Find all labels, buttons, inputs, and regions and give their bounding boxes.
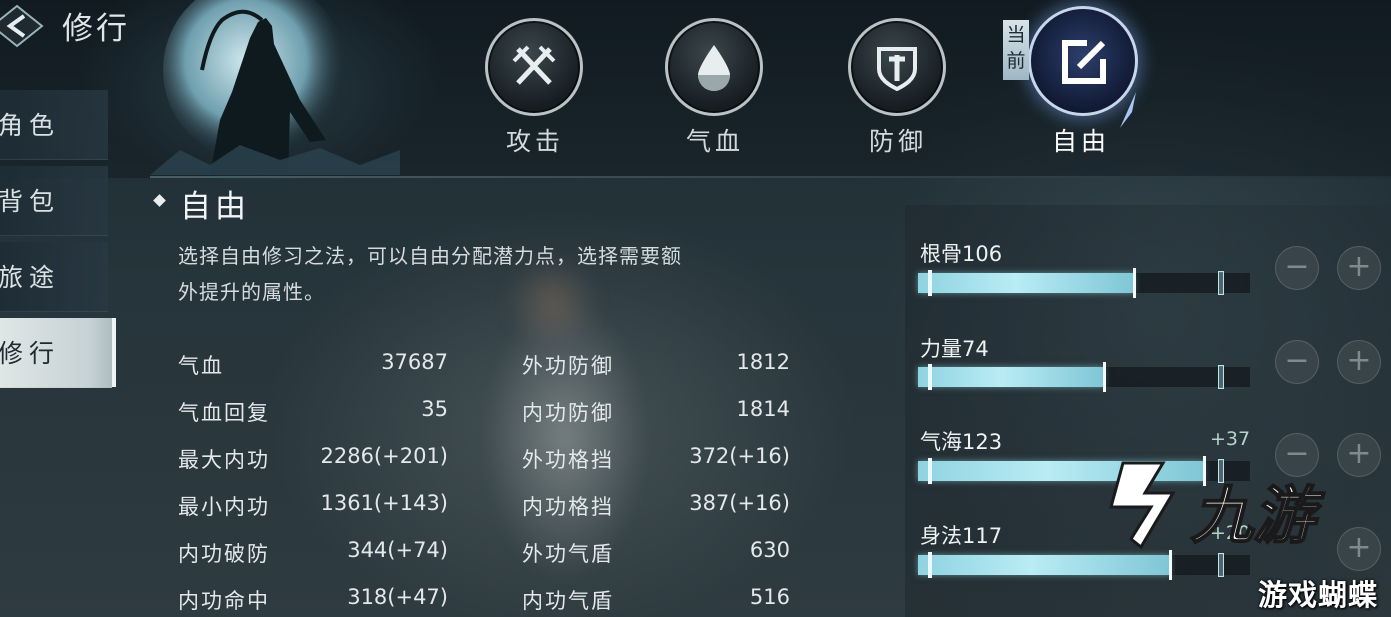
tab-defense[interactable]: 防御 [843, 18, 953, 168]
stat-name: 内功格挡 [522, 495, 614, 519]
attribute-bonus: +37 [1210, 428, 1251, 450]
stat-name: 外功格挡 [522, 448, 614, 472]
attribute-label: 气海123 [920, 430, 1003, 454]
tab-defense-circle [848, 18, 946, 116]
plus-button[interactable]: + [1337, 340, 1381, 384]
section-description: 选择自由修习之法，可以自由分配潜力点，选择需要额 外提升的属性。 [178, 238, 798, 310]
stat-row: 最小内功 1361(+143) 内功格挡 387(+16) [178, 491, 798, 525]
side-nav-item-role[interactable]: 角色 [0, 90, 108, 160]
tab-vitality[interactable]: 气血 [660, 18, 770, 168]
stat-value: 1814 [736, 397, 790, 421]
stat-name: 内功防御 [522, 401, 614, 425]
stat-name: 最小内功 [178, 495, 270, 519]
page-title: 修行 [62, 11, 130, 47]
stat-value: 37687 [381, 350, 448, 374]
stat-value: 372(+16) [689, 444, 790, 468]
attribute-label: 力量74 [920, 337, 989, 361]
minus-button[interactable]: − [1275, 246, 1319, 290]
side-nav-label: 角色 [0, 111, 61, 140]
section-title: 自由 [180, 189, 250, 225]
crossed-swords-icon [512, 45, 556, 85]
tab-label: 气血 [685, 127, 744, 156]
side-nav-item-cultivation[interactable]: 修行 [0, 318, 116, 388]
stat-name: 内功气盾 [522, 589, 614, 613]
tab-attack-circle [485, 18, 583, 116]
stat-name: 外功气盾 [522, 542, 614, 566]
shield-icon [877, 47, 917, 91]
stat-name: 最大内功 [178, 448, 270, 472]
attribute-bar-start [928, 270, 932, 296]
stat-value: 2286(+201) [320, 444, 448, 468]
blood-drop-icon [698, 45, 730, 91]
stat-name: 气血回复 [178, 401, 270, 425]
minus-button[interactable]: − [1275, 340, 1319, 384]
attribute-bar-cap [1218, 271, 1224, 295]
attribute-bar-cap [1218, 365, 1224, 389]
divider [150, 176, 1391, 178]
game-screen: 修行 角色 背包 旅途 修行 攻击 气血 防御 自由 当前 自由 选择自由修习之… [0, 0, 1391, 617]
side-nav-label: 背包 [0, 187, 61, 216]
side-nav-item-journey[interactable]: 旅途 [0, 242, 108, 312]
tab-label: 防御 [868, 127, 927, 156]
stat-value: 318(+47) [347, 585, 448, 609]
description-line: 外提升的属性。 [178, 280, 325, 304]
stat-value: 1812 [736, 350, 790, 374]
attribute-bar-fill [918, 268, 1136, 298]
back-arrow-diamond-icon[interactable] [0, 4, 44, 48]
attribute-bar-start [928, 364, 932, 390]
stat-name: 内功命中 [178, 589, 270, 613]
side-nav-item-bag[interactable]: 背包 [0, 166, 108, 236]
stat-name: 外功防御 [522, 354, 614, 378]
attribute-bar-start [928, 552, 932, 578]
watermark-subtitle: 游戏蝴蝶 [1258, 578, 1379, 612]
watermark-brand: 九游 [1191, 479, 1325, 552]
attribute-label: 身法117 [920, 524, 1003, 548]
stat-value: 516 [749, 585, 790, 609]
stat-value: 1361(+143) [320, 491, 448, 515]
attribute-bar-start [928, 458, 932, 484]
stat-row: 内功命中 318(+47) 内功气盾 516 [178, 585, 798, 617]
tab-attack[interactable]: 攻击 [480, 18, 590, 168]
tab-vitality-circle [665, 18, 763, 116]
attribute-label: 根骨106 [920, 242, 1003, 266]
stat-name: 气血 [178, 354, 224, 378]
side-nav-label: 旅途 [0, 263, 61, 292]
stat-name: 内功破防 [178, 542, 270, 566]
description-line: 选择自由修习之法，可以自由分配潜力点，选择需要额 [178, 244, 682, 268]
tab-label: 攻击 [505, 127, 564, 156]
stat-row: 气血 37687 外功防御 1812 [178, 350, 798, 384]
stat-value: 344(+74) [347, 538, 448, 562]
stat-row: 气血回复 35 内功防御 1814 [178, 397, 798, 431]
attribute-bar [918, 268, 1250, 298]
section-bullet [153, 194, 166, 207]
sparkle-icon [1120, 92, 1136, 128]
stat-value: 387(+16) [689, 491, 790, 515]
attribute-bar-fill [918, 362, 1106, 392]
stat-row: 内功破防 344(+74) 外功气盾 630 [178, 538, 798, 572]
stat-value: 630 [749, 538, 790, 562]
hero-silhouette-art [150, 0, 400, 175]
stat-value: 35 [421, 397, 448, 421]
current-badge: 当前 [1003, 20, 1029, 80]
jiuyou-watermark-logo: 九游 [1109, 461, 1326, 553]
edit-square-icon [1062, 40, 1106, 84]
attribute-bar [918, 362, 1250, 392]
side-nav-label: 修行 [0, 339, 61, 368]
stat-row: 最大内功 2286(+201) 外功格挡 372(+16) [178, 444, 798, 478]
plus-button[interactable]: + [1337, 246, 1381, 290]
